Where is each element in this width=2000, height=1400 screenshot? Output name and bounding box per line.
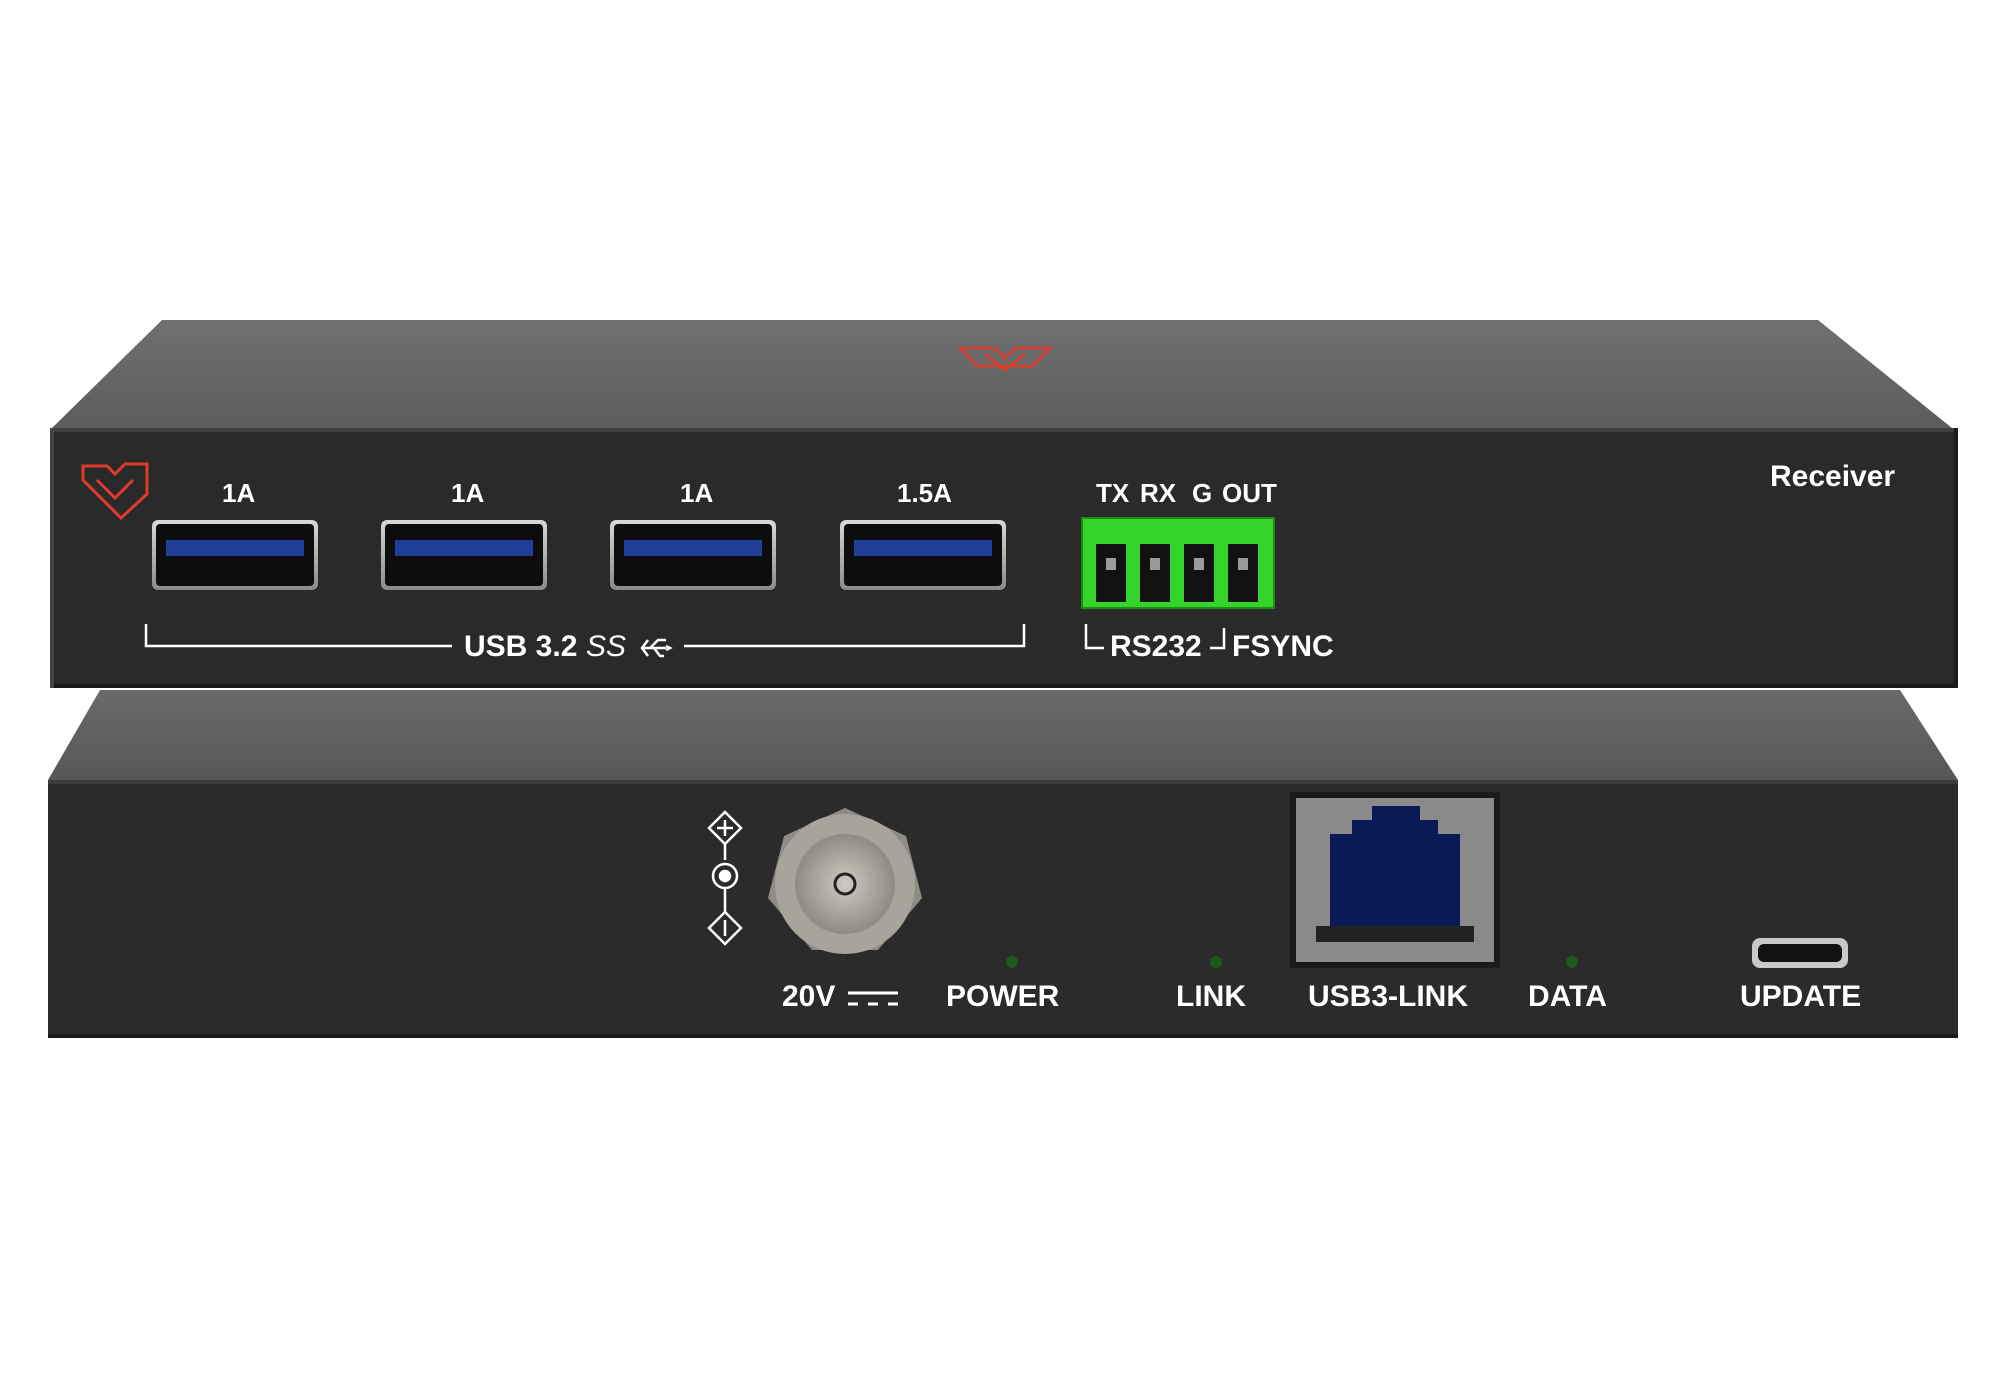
top-unit-lid: [52, 320, 1952, 428]
rj45-port[interactable]: [1290, 792, 1500, 968]
usb-port-current-label: 1A: [222, 478, 256, 508]
power-input-label: 20V: [782, 980, 836, 1013]
link-label: LINK: [1176, 980, 1246, 1013]
usb-port[interactable]: [152, 520, 318, 590]
data-led: [1566, 956, 1578, 968]
terminal-pin-label: TX: [1096, 478, 1130, 508]
usb-port[interactable]: [840, 520, 1006, 590]
data-label: DATA: [1528, 980, 1607, 1013]
usb-group-label: USB 3.2: [464, 630, 578, 663]
product-image: Receiver 1A 1A 1A 1.5A USB 3.2 SS TX RX …: [0, 0, 2000, 1400]
rs232-fsync-terminal[interactable]: [1081, 517, 1275, 609]
fsync-label: FSYNC: [1232, 630, 1334, 663]
usb-port-current-label: 1A: [680, 478, 714, 508]
usb-port-current-label: 1.5A: [897, 478, 952, 508]
polarity-icon: [707, 810, 743, 946]
power-label: POWER: [946, 980, 1060, 1013]
rj45-label: USB3-LINK: [1308, 980, 1469, 1013]
power-led: [1006, 956, 1018, 968]
bottom-unit-lid: [48, 690, 1958, 780]
superspeed-mark: SS: [586, 630, 627, 663]
usb-port-current-label: 1A: [451, 478, 485, 508]
update-port[interactable]: [1752, 938, 1848, 968]
terminal-pin-label: OUT: [1222, 478, 1277, 508]
rs232-label: RS232: [1110, 630, 1202, 663]
top-unit: [50, 320, 1958, 688]
terminal-pin-label: G: [1192, 478, 1213, 508]
model-label: Receiver: [1770, 460, 1896, 493]
usb-port[interactable]: [381, 520, 547, 590]
device-illustration: [48, 320, 1958, 1038]
update-label: UPDATE: [1740, 980, 1862, 1013]
usb-port[interactable]: [610, 520, 776, 590]
terminal-pin-label: RX: [1140, 478, 1177, 508]
link-led: [1210, 956, 1222, 968]
